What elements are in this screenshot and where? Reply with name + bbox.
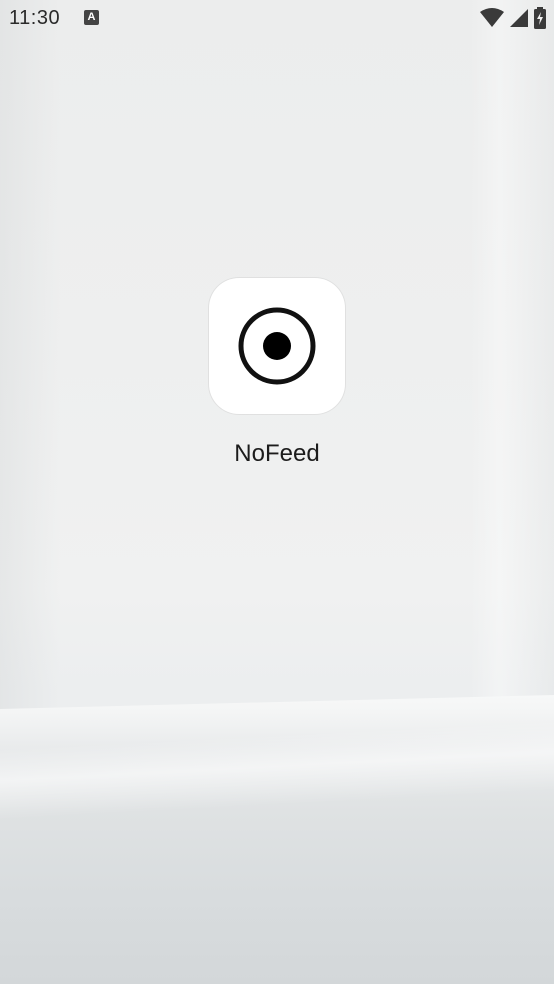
target-dot-icon: [238, 307, 316, 385]
wifi-icon: [480, 8, 504, 27]
cell-signal-icon: [510, 9, 528, 27]
app-icon-nofeed[interactable]: [209, 278, 345, 414]
wallpaper-shade-left: [0, 0, 60, 720]
status-icons: [480, 7, 546, 29]
status-time: 11:30: [9, 7, 61, 29]
wallpaper: [0, 0, 554, 984]
app-label-nofeed[interactable]: NoFeed: [177, 440, 377, 468]
battery-charging-icon: [534, 7, 546, 29]
notification-a-icon: A: [84, 10, 99, 25]
wallpaper-shade-right: [470, 0, 554, 720]
status-bar: 11:30 A: [0, 0, 554, 38]
